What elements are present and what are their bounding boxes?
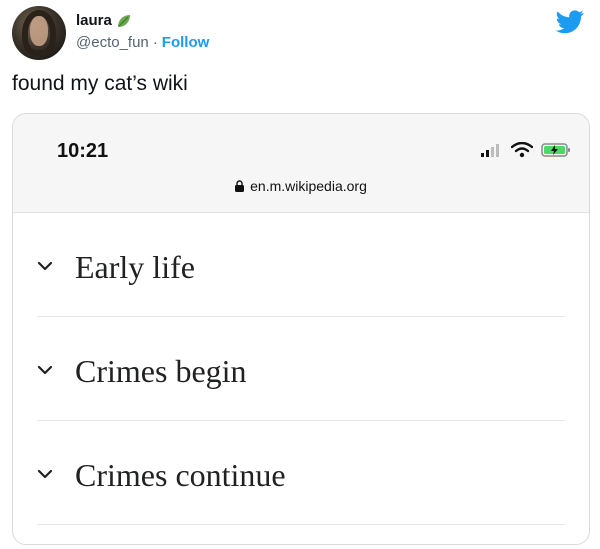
author-name-row: laura bbox=[76, 12, 132, 29]
clock-time: 10:21 bbox=[57, 140, 109, 162]
section-title: Crimes continue bbox=[75, 457, 286, 493]
section-early-life[interactable]: Early life bbox=[13, 213, 589, 317]
chevron-down-icon bbox=[37, 469, 53, 479]
tweet-text: found my cat’s wiki bbox=[12, 72, 188, 95]
wiki-sections: Early life Crimes begin Crimes continue bbox=[13, 213, 589, 525]
handle[interactable]: @ecto_fun bbox=[76, 34, 149, 51]
handle-row: @ecto_fun · Follow bbox=[76, 34, 209, 51]
leaf-icon bbox=[117, 14, 130, 27]
tweet-header: laura @ecto_fun · Follow bbox=[12, 6, 588, 62]
chevron-down-icon bbox=[37, 365, 53, 375]
section-crimes-begin[interactable]: Crimes begin bbox=[13, 317, 589, 421]
section-title: Crimes begin bbox=[75, 353, 247, 389]
divider bbox=[37, 524, 565, 525]
separator: · bbox=[152, 34, 158, 51]
status-bar: 10:21 en.m.wikipedia.org bbox=[13, 114, 589, 213]
twitter-bird-icon[interactable] bbox=[556, 10, 584, 34]
phone-screenshot[interactable]: 10:21 en.m.wikipedia.org Early life Crim… bbox=[12, 113, 590, 545]
signal-icon bbox=[481, 144, 499, 157]
follow-button[interactable]: Follow bbox=[162, 34, 210, 51]
display-name[interactable]: laura bbox=[76, 12, 112, 29]
battery-charging-icon bbox=[541, 143, 570, 157]
avatar[interactable] bbox=[12, 6, 66, 60]
status-icons bbox=[479, 142, 571, 158]
lock-icon bbox=[235, 180, 245, 192]
section-crimes-continue[interactable]: Crimes continue bbox=[13, 421, 589, 525]
section-title: Early life bbox=[75, 249, 195, 285]
url-text: en.m.wikipedia.org bbox=[250, 178, 367, 194]
wifi-icon bbox=[511, 142, 533, 158]
address-bar[interactable]: en.m.wikipedia.org bbox=[13, 178, 589, 194]
chevron-down-icon bbox=[37, 261, 53, 271]
